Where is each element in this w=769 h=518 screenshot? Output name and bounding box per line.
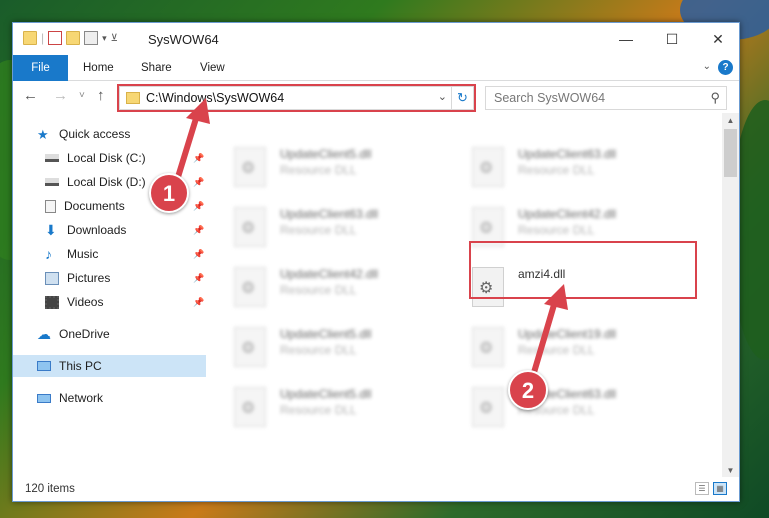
annotation-arrows: [171, 98, 568, 389]
arrow-2-head: [544, 284, 568, 310]
arrow-1-head: [186, 98, 210, 124]
step-2-marker: 2: [508, 370, 548, 410]
step-1-marker: 1: [149, 173, 189, 213]
